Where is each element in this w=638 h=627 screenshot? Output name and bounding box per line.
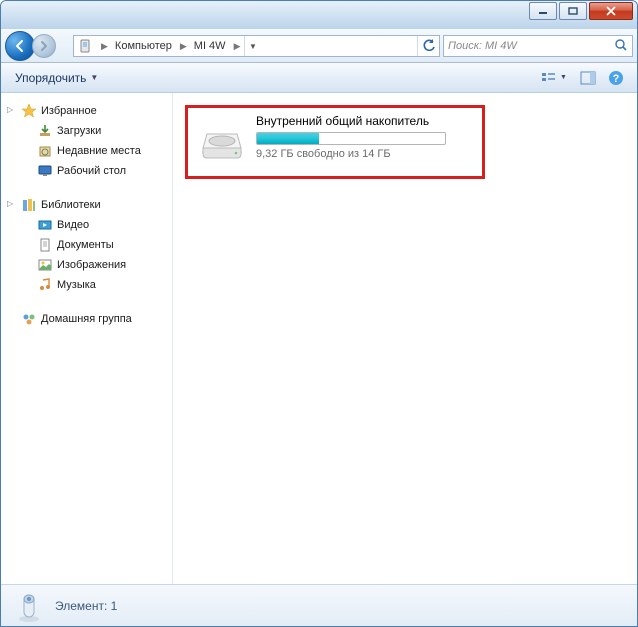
- refresh-button[interactable]: [417, 36, 439, 56]
- drive-icon: [198, 118, 246, 166]
- sidebar-item-desktop[interactable]: Рабочий стол: [1, 161, 172, 181]
- chevron-right-icon[interactable]: ▶: [175, 36, 191, 56]
- tree-header-homegroup[interactable]: Домашняя группа: [1, 309, 172, 329]
- sidebar-item-pictures[interactable]: Изображения: [1, 255, 172, 275]
- sidebar-item-downloads[interactable]: Загрузки: [1, 121, 172, 141]
- toolbar: Упорядочить ▼ ▼ ?: [1, 63, 637, 93]
- minimize-icon: [538, 7, 548, 15]
- libraries-icon: [21, 197, 37, 213]
- view-icon: [541, 71, 557, 85]
- search-placeholder: Поиск: MI 4W: [448, 40, 517, 52]
- navbar: ▶ Компьютер ▶ MI 4W ▶ ▼ Поиск: MI 4W: [1, 29, 637, 63]
- nav-buttons: [5, 31, 67, 61]
- homegroup-icon: [21, 311, 37, 327]
- pictures-icon: [37, 257, 53, 273]
- status-text: Элемент: 1: [55, 599, 117, 613]
- status-device-icon: [13, 590, 45, 622]
- music-icon: [37, 277, 53, 293]
- close-button[interactable]: [589, 2, 633, 20]
- refresh-icon: [422, 39, 436, 53]
- recent-icon: [37, 143, 53, 159]
- organize-button[interactable]: Упорядочить ▼: [9, 68, 104, 88]
- chevron-right-icon[interactable]: ▶: [96, 36, 112, 56]
- arrow-left-icon: [13, 39, 27, 53]
- breadcrumb-dropdown[interactable]: ▼: [244, 36, 260, 56]
- drive-info: Внутренний общий накопитель 9,32 ГБ своб…: [256, 114, 472, 166]
- help-icon: ?: [608, 70, 624, 86]
- maximize-button[interactable]: [559, 2, 587, 20]
- favorites-label: Избранное: [41, 105, 97, 117]
- device-icon: [76, 37, 94, 55]
- breadcrumb[interactable]: ▶ Компьютер ▶ MI 4W ▶ ▼: [73, 35, 440, 57]
- body: ▷ Избранное Загрузки Недавние места Ра: [1, 93, 637, 584]
- toolbar-right: ▼ ?: [535, 67, 629, 89]
- star-icon: [21, 103, 37, 119]
- desktop-icon: [37, 163, 53, 179]
- help-button[interactable]: ?: [603, 67, 629, 89]
- drive-capacity-bar: [256, 132, 446, 145]
- video-icon: [37, 217, 53, 233]
- chevron-down-icon: ▼: [90, 73, 98, 82]
- collapse-icon: ▷: [7, 199, 13, 208]
- content-pane[interactable]: Внутренний общий накопитель 9,32 ГБ своб…: [173, 93, 637, 584]
- close-icon: [605, 6, 617, 16]
- sidebar-item-music[interactable]: Музыка: [1, 275, 172, 295]
- svg-text:?: ?: [613, 73, 620, 85]
- preview-pane-button[interactable]: [575, 67, 601, 89]
- explorer-window: ▶ Компьютер ▶ MI 4W ▶ ▼ Поиск: MI 4W Упо…: [0, 0, 638, 627]
- search-input[interactable]: Поиск: MI 4W: [443, 35, 633, 57]
- tree-header-libraries[interactable]: ▷ Библиотеки: [1, 195, 172, 215]
- drive-capacity-fill: [257, 133, 319, 144]
- collapse-icon: ▷: [7, 105, 13, 114]
- libraries-label: Библиотеки: [41, 199, 101, 211]
- sidebar-item-videos[interactable]: Видео: [1, 215, 172, 235]
- minimize-button[interactable]: [529, 2, 557, 20]
- statusbar: Элемент: 1: [1, 584, 637, 626]
- tree-libraries: ▷ Библиотеки Видео Документы Изображения: [1, 195, 172, 295]
- search-icon: [614, 38, 628, 55]
- maximize-icon: [568, 7, 578, 15]
- preview-pane-icon: [580, 71, 596, 85]
- downloads-icon: [37, 123, 53, 139]
- drive-title: Внутренний общий накопитель: [256, 114, 472, 128]
- titlebar: [1, 1, 637, 29]
- chevron-right-icon[interactable]: ▶: [229, 36, 245, 56]
- chevron-down-icon: ▼: [560, 74, 567, 81]
- tree-header-favorites[interactable]: ▷ Избранное: [1, 101, 172, 121]
- arrow-right-icon: [38, 40, 50, 52]
- drive-item[interactable]: Внутренний общий накопитель 9,32 ГБ своб…: [185, 105, 485, 179]
- organize-label: Упорядочить: [15, 71, 86, 85]
- sidebar: ▷ Избранное Загрузки Недавние места Ра: [1, 93, 173, 584]
- sidebar-item-recent[interactable]: Недавние места: [1, 141, 172, 161]
- drive-subtitle: 9,32 ГБ свободно из 14 ГБ: [256, 148, 472, 160]
- tree-favorites: ▷ Избранное Загрузки Недавние места Ра: [1, 101, 172, 181]
- breadcrumb-computer[interactable]: Компьютер: [112, 36, 175, 56]
- breadcrumb-device[interactable]: MI 4W: [191, 36, 229, 56]
- tree-homegroup: Домашняя группа: [1, 309, 172, 329]
- back-button[interactable]: [5, 31, 35, 61]
- homegroup-label: Домашняя группа: [41, 313, 132, 325]
- view-button[interactable]: ▼: [535, 67, 573, 89]
- window-controls: [529, 2, 633, 20]
- sidebar-item-documents[interactable]: Документы: [1, 235, 172, 255]
- documents-icon: [37, 237, 53, 253]
- forward-button[interactable]: [32, 34, 56, 58]
